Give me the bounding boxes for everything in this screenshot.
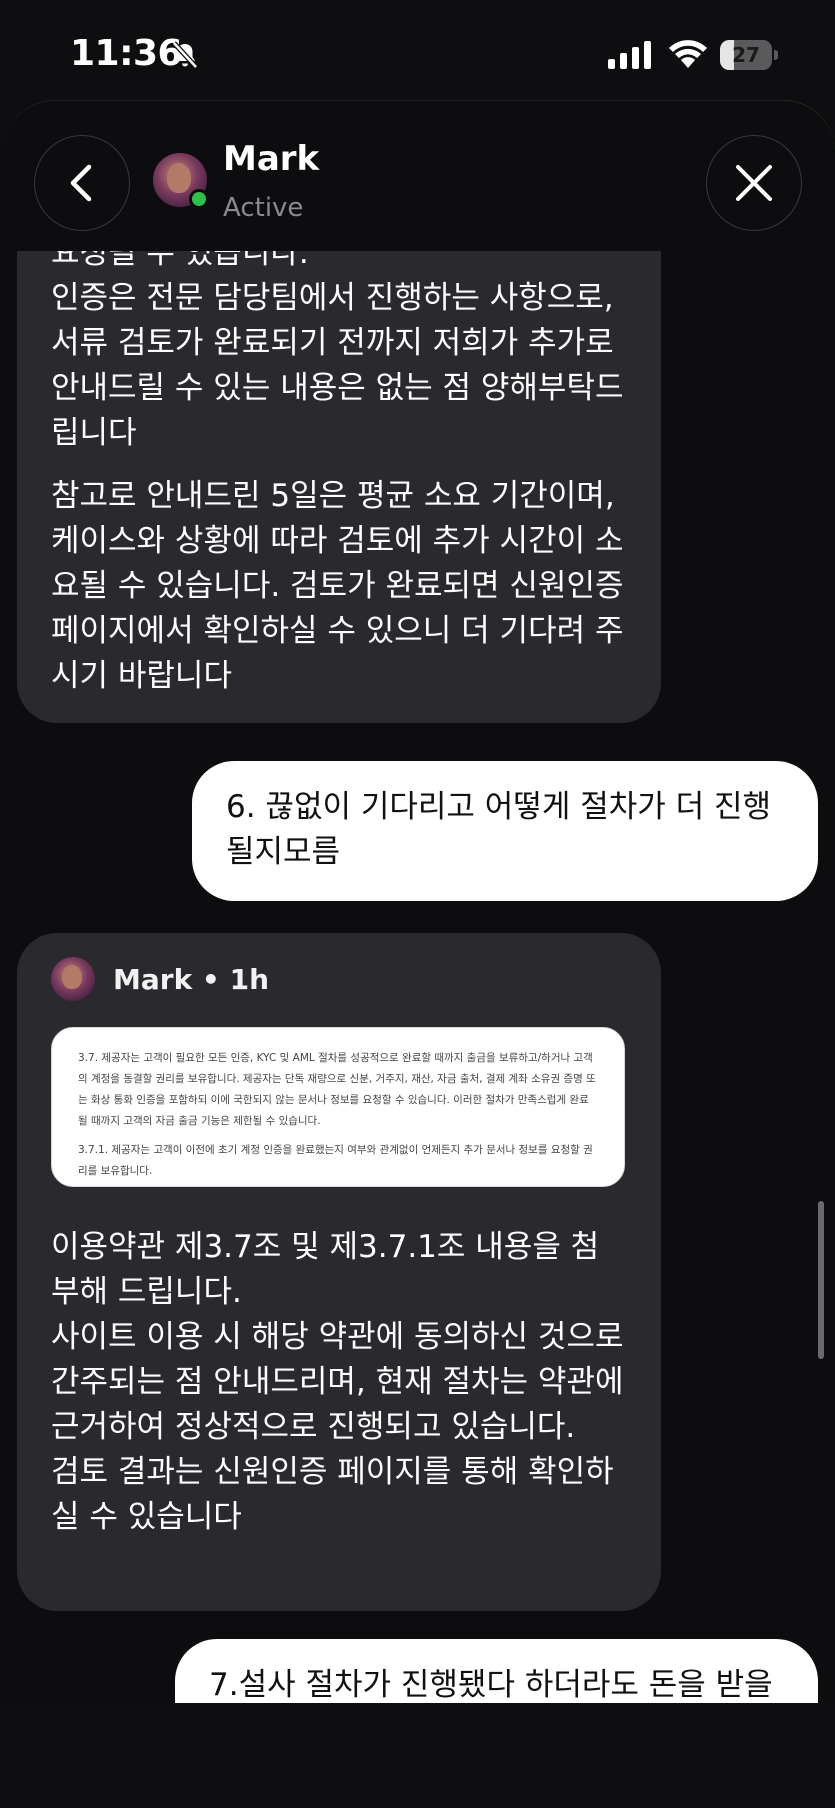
contact-status: Active — [223, 193, 304, 223]
sender-avatar[interactable] — [51, 957, 95, 1001]
message-bubble-agent: 요청될 수 있습니다. 인증은 전문 담당팀에서 진행하는 사항으로, 서류 검… — [17, 251, 661, 723]
back-button[interactable] — [34, 135, 130, 231]
message-text: 7.설사 절차가 진행됐다 하더라도 돈을 받을 — [209, 1667, 773, 1703]
chevron-left-icon — [70, 164, 92, 202]
sender-name-time: Mark • 1h — [113, 962, 269, 996]
close-icon — [736, 165, 772, 201]
message-text: 요청될 수 있습니다. 인증은 전문 담당팀에서 진행하는 사항으로, 서류 검… — [51, 251, 624, 451]
bell-off-icon — [172, 41, 198, 69]
avatar[interactable] — [153, 153, 209, 209]
close-button[interactable] — [706, 135, 802, 231]
online-status-dot — [189, 189, 209, 209]
message-text: 이용약관 제3.7조 및 제3.7.1조 내용을 첨부해 드립니다. 사이트 이… — [51, 1229, 624, 1535]
message-text: 참고로 안내드린 5일은 평균 소요 기간이며, 케이스와 상황에 따라 검토에… — [51, 478, 634, 694]
battery-indicator: 27 — [720, 40, 778, 70]
message-bubble-user: 7.설사 절차가 진행됐다 하더라도 돈을 받을 — [175, 1639, 818, 1704]
wifi-icon — [669, 40, 707, 68]
attachment-text: 3.7.1. 제공자는 고객이 이전에 초기 계정 인증을 완료했는지 여부와 … — [78, 1144, 593, 1177]
status-time: 11:36 — [70, 33, 183, 74]
bottom-area — [0, 1703, 835, 1808]
message-bubble-agent: Mark • 1h 3.7. 제공자는 고객이 필요한 모든 인증, KYC 및… — [17, 933, 661, 1611]
message-text: 6. 끊없이 기다리고 어떻게 절차가 더 진행될지모름 — [226, 789, 772, 870]
battery-text: 27 — [732, 43, 760, 67]
message-list[interactable]: 요청될 수 있습니다. 인증은 전문 담당팀에서 진행하는 사항으로, 서류 검… — [3, 251, 835, 1704]
image-attachment[interactable]: 3.7. 제공자는 고객이 필요한 모든 인증, KYC 및 AML 절차를 성… — [51, 1027, 625, 1187]
contact-name: Mark — [223, 139, 320, 179]
chat-sheet: Mark Active 요청될 수 있습니다. 인증은 전문 담당팀에서 진행하… — [3, 100, 835, 1808]
status-bar: 11:36 27 — [0, 0, 835, 110]
signal-icon — [608, 41, 651, 69]
message-meta: Mark • 1h — [51, 955, 627, 1003]
chat-header: Mark Active — [3, 101, 835, 251]
attachment-text: 3.7. 제공자는 고객이 필요한 모든 인증, KYC 및 AML 절차를 성… — [78, 1052, 596, 1127]
scrollbar[interactable] — [818, 1201, 824, 1359]
message-bubble-user: 6. 끊없이 기다리고 어떻게 절차가 더 진행될지모름 — [192, 761, 818, 901]
